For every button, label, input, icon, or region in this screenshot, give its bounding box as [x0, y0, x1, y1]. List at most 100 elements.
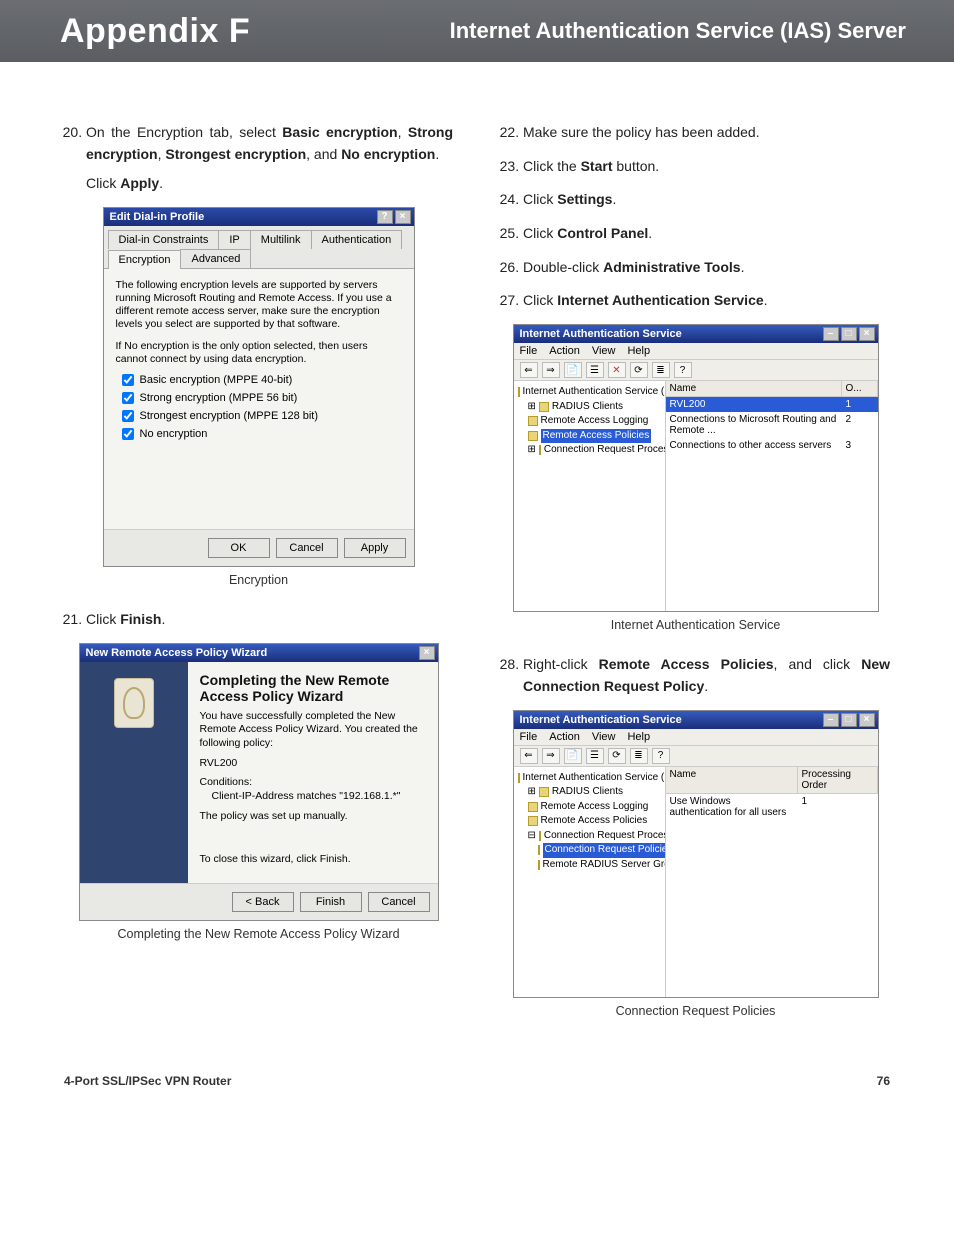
figure-ias: Internet Authentication Service – □ × Fi…	[501, 324, 890, 632]
tree-root: Internet Authentication Service (Local)	[518, 771, 661, 786]
chk-basic[interactable]: Basic encryption (MPPE 40-bit)	[122, 374, 402, 386]
window-title: Internet Authentication Service	[520, 328, 682, 340]
tab-dialin[interactable]: Dial-in Constraints	[108, 230, 220, 249]
figure-crp: Internet Authentication Service – □ × Fi…	[501, 710, 890, 1018]
cancel-button[interactable]: Cancel	[276, 538, 338, 558]
maximize-icon[interactable]: □	[841, 327, 857, 341]
chk-strongest[interactable]: Strongest encryption (MPPE 128 bit)	[122, 410, 402, 422]
tree-view[interactable]: Internet Authentication Service (Local) …	[514, 767, 666, 997]
menu-action[interactable]: Action	[549, 731, 580, 743]
maximize-icon[interactable]: □	[841, 713, 857, 727]
chk-none[interactable]: No encryption	[122, 428, 402, 440]
list-icon[interactable]: ☰	[586, 362, 604, 378]
tool-bar: ⇐ ⇒ 📄 ☰ ✕ ⟳ ≣ ?	[514, 360, 878, 381]
wizard-policy: RVL200	[200, 757, 426, 771]
page-footer: 4-Port SSL/IPSec VPN Router 76	[0, 1058, 954, 1112]
window-ias-2: Internet Authentication Service – □ × Fi…	[513, 710, 879, 998]
help-icon[interactable]: ?	[377, 210, 393, 224]
figure-caption: Internet Authentication Service	[501, 618, 890, 632]
step-24: Click Settings.	[523, 189, 890, 211]
menu-bar: File Action View Help	[514, 343, 878, 360]
col-name[interactable]: Name	[666, 381, 842, 396]
up-icon[interactable]: 📄	[564, 362, 582, 378]
apply-button[interactable]: Apply	[344, 538, 406, 558]
tree-view[interactable]: Internet Authentication Service (Local) …	[514, 381, 666, 611]
wizard-heading: Completing the New Remote Access Policy …	[200, 672, 426, 704]
up-icon[interactable]: 📄	[564, 748, 582, 764]
tree-policies: Remote Access Policies	[518, 429, 661, 444]
tree-crpolicies: Connection Request Policies	[518, 843, 661, 858]
tree-radius: ⊞RADIUS Clients	[518, 785, 661, 800]
wizard-icon	[114, 678, 154, 728]
step-list-22: Make sure the policy has been added. Cli…	[501, 122, 890, 278]
tree-crp: ⊟Connection Request Processing	[518, 829, 661, 844]
col-name[interactable]: Name	[666, 767, 798, 793]
forward-icon[interactable]: ⇒	[542, 362, 560, 378]
properties-icon[interactable]: ≣	[630, 748, 648, 764]
col-order[interactable]: O...	[842, 381, 878, 396]
close-icon[interactable]: ×	[419, 646, 435, 660]
ok-button[interactable]: OK	[208, 538, 270, 558]
back-icon[interactable]: ⇐	[520, 748, 538, 764]
tab-encryption[interactable]: Encryption	[108, 250, 182, 269]
tab-advanced[interactable]: Advanced	[180, 249, 251, 268]
close-icon[interactable]: ×	[859, 327, 875, 341]
menu-file[interactable]: File	[520, 345, 538, 357]
tool-bar: ⇐ ⇒ 📄 ☰ ⟳ ≣ ?	[514, 746, 878, 767]
back-icon[interactable]: ⇐	[520, 362, 538, 378]
list-view[interactable]: Name Processing Order Use Windows authen…	[666, 767, 878, 997]
help-icon[interactable]: ?	[674, 362, 692, 378]
list-row[interactable]: Connections to other access servers3	[666, 438, 878, 453]
dialog-para2: If No encryption is the only option sele…	[116, 340, 402, 366]
delete-icon[interactable]: ✕	[608, 362, 626, 378]
cancel-button[interactable]: Cancel	[368, 892, 430, 912]
wizard-p2: The policy was set up manually.	[200, 810, 426, 824]
tree-logging: Remote Access Logging	[518, 800, 661, 815]
back-button[interactable]: < Back	[232, 892, 294, 912]
step-23: Click the Start button.	[523, 156, 890, 178]
step-28: Right-click Remote Access Policies, and …	[523, 654, 890, 697]
forward-icon[interactable]: ⇒	[542, 748, 560, 764]
close-icon[interactable]: ×	[859, 713, 875, 727]
finish-button[interactable]: Finish	[300, 892, 362, 912]
list-icon[interactable]: ☰	[586, 748, 604, 764]
refresh-icon[interactable]: ⟳	[630, 362, 648, 378]
figure-caption: Connection Request Policies	[501, 1004, 890, 1018]
step-20: On the Encryption tab, select Basic encr…	[86, 122, 453, 195]
help-icon[interactable]: ?	[652, 748, 670, 764]
list-view[interactable]: Name O... RVL2001 Connections to Microso…	[666, 381, 878, 611]
dialog-para1: The following encryption levels are supp…	[116, 279, 402, 332]
figure-caption: Completing the New Remote Access Policy …	[64, 927, 453, 941]
menu-help[interactable]: Help	[627, 731, 650, 743]
chk-strong[interactable]: Strong encryption (MPPE 56 bit)	[122, 392, 402, 404]
figure-encryption: Edit Dial-in Profile ? × Dial-in Constra…	[64, 207, 453, 587]
tree-remote-radius: Remote RADIUS Server Groups	[518, 858, 661, 873]
step-27: Click Internet Authentication Service.	[523, 290, 890, 312]
tab-multilink[interactable]: Multilink	[250, 230, 312, 249]
list-row[interactable]: Connections to Microsoft Routing and Rem…	[666, 412, 878, 438]
minimize-icon[interactable]: –	[823, 327, 839, 341]
page-header: Appendix F Internet Authentication Servi…	[0, 0, 954, 62]
tab-authentication[interactable]: Authentication	[311, 230, 403, 249]
minimize-icon[interactable]: –	[823, 713, 839, 727]
properties-icon[interactable]: ≣	[652, 362, 670, 378]
menu-view[interactable]: View	[592, 345, 616, 357]
menu-file[interactable]: File	[520, 731, 538, 743]
menu-view[interactable]: View	[592, 731, 616, 743]
close-icon[interactable]: ×	[395, 210, 411, 224]
wizard-cond-label: Conditions:	[200, 776, 426, 790]
page-body: On the Encryption tab, select Basic encr…	[0, 62, 954, 1058]
list-row[interactable]: RVL2001	[666, 397, 878, 412]
wizard-p3: To close this wizard, click Finish.	[200, 853, 426, 867]
step-21: Click Finish.	[86, 609, 453, 631]
menu-action[interactable]: Action	[549, 345, 580, 357]
list-row[interactable]: Use Windows authentication for all users…	[666, 794, 878, 820]
tab-ip[interactable]: IP	[218, 230, 250, 249]
refresh-icon[interactable]: ⟳	[608, 748, 626, 764]
page-number: 76	[877, 1074, 890, 1088]
col-order[interactable]: Processing Order	[798, 767, 878, 793]
menu-help[interactable]: Help	[627, 345, 650, 357]
step-22: Make sure the policy has been added.	[523, 122, 890, 144]
step-list-27: Click Internet Authentication Service.	[501, 290, 890, 312]
step-list-21: Click Finish.	[64, 609, 453, 631]
